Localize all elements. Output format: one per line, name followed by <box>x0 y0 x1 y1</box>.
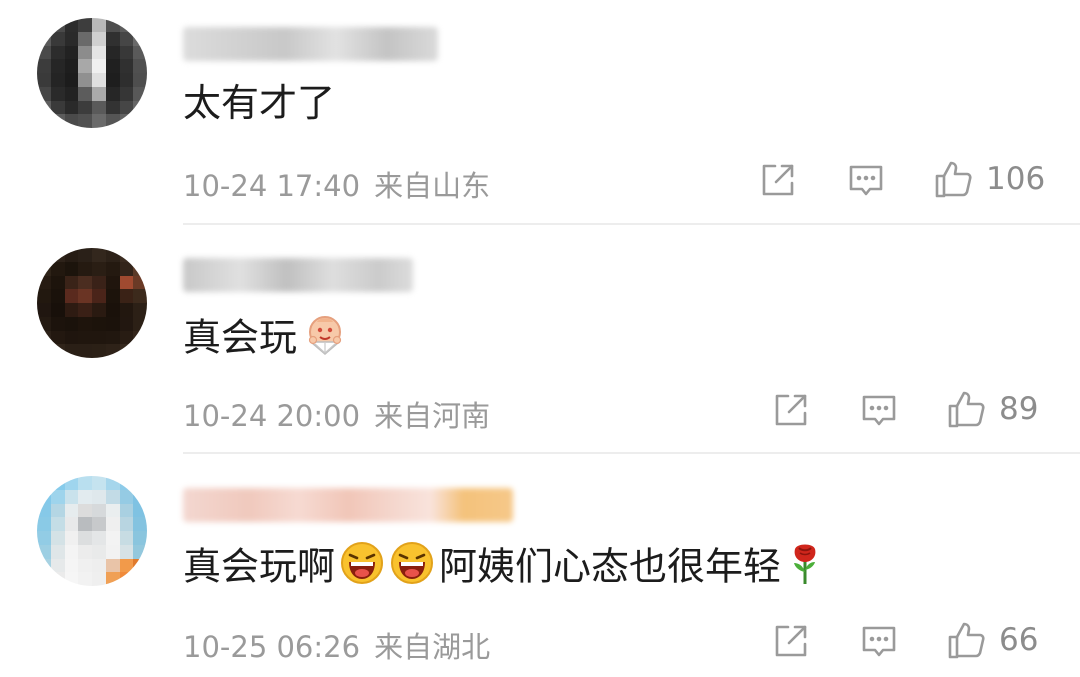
comment-icon <box>862 626 896 657</box>
share-button[interactable] <box>773 392 809 428</box>
divider <box>183 223 1080 225</box>
reply-button[interactable] <box>861 392 897 428</box>
comment-item: 真会玩啊 阿姨们心态也很年轻 10-25 06:26 来自湖北 66 <box>0 454 1080 677</box>
rose-emoji <box>785 540 825 598</box>
comment-meta: 10-24 20:00 来自河南 <box>183 393 490 435</box>
comment-text: 真会玩啊 阿姨们心态也很年轻 <box>183 540 825 598</box>
timestamp: 10-25 06:26 <box>183 630 361 664</box>
comment-text: 真会玩 <box>183 310 349 370</box>
comment-item: 真会玩 10-24 20:00 来自河南 89 <box>0 226 1080 454</box>
timestamp: 10-24 17:40 <box>183 169 361 203</box>
comment-text: 太有才了 <box>183 81 336 125</box>
like-count: 66 <box>999 622 1039 658</box>
username-redacted[interactable] <box>183 488 513 522</box>
location: 来自湖北 <box>374 630 491 664</box>
share-icon <box>762 164 794 196</box>
like-count: 106 <box>986 161 1046 197</box>
comment-icon <box>849 165 883 196</box>
thumbs-up-icon <box>948 622 985 659</box>
like-count: 89 <box>999 391 1039 427</box>
laughing-emoji <box>339 540 385 598</box>
avatar[interactable] <box>37 18 147 128</box>
thumbs-up-icon <box>935 161 972 198</box>
username-redacted[interactable] <box>183 258 413 292</box>
share-button[interactable] <box>760 162 796 198</box>
like-button[interactable]: 106 <box>934 159 1045 199</box>
share-icon <box>775 394 807 426</box>
reply-button[interactable] <box>848 162 884 198</box>
location: 来自河南 <box>374 399 491 433</box>
reply-button[interactable] <box>861 623 897 659</box>
like-button[interactable]: 66 <box>947 620 1038 660</box>
comment-icon <box>862 395 896 426</box>
laughing-emoji <box>389 540 435 598</box>
comment-meta: 10-25 06:26 来自湖北 <box>183 624 490 666</box>
thumbs-up-icon <box>948 391 985 428</box>
avatar[interactable] <box>37 476 147 586</box>
comment-item: 太有才了 10-24 17:40 来自山东 106 <box>0 0 1080 226</box>
share-icon <box>775 625 807 657</box>
location: 来自山东 <box>374 169 491 203</box>
share-button[interactable] <box>773 623 809 659</box>
username-redacted[interactable] <box>183 27 438 61</box>
timestamp: 10-24 20:00 <box>183 399 361 433</box>
comment-meta: 10-24 17:40 来自山东 <box>183 163 490 205</box>
avatar[interactable] <box>37 248 147 358</box>
like-button[interactable]: 89 <box>947 389 1038 429</box>
fan-pose-emoji <box>301 310 349 370</box>
